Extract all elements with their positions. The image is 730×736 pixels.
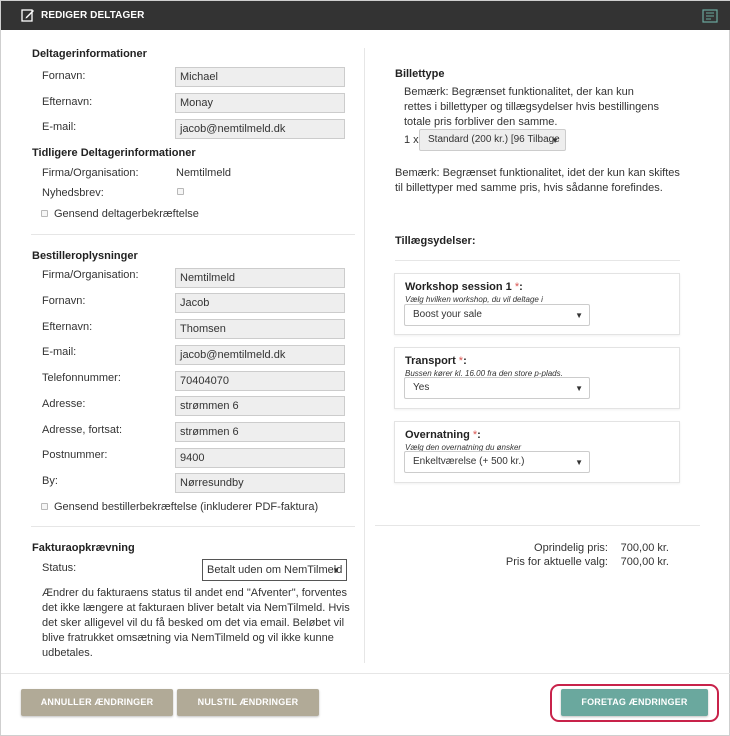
ticket-quantity: 1 x <box>404 134 419 146</box>
resend-orderer-label: Gensend bestillerbekræftelse (inkluderer… <box>54 501 319 513</box>
column-divider <box>364 48 365 663</box>
orderer-org-field[interactable]: Nemtilmeld <box>175 268 345 288</box>
newsletter-checkbox[interactable] <box>177 188 184 195</box>
ticket-change-note: Bemærk: Begrænset funktionalitet, idet d… <box>395 167 680 194</box>
previous-org-value: Nemtilmeld <box>176 167 232 179</box>
newsletter-label: Nyhedsbrev: <box>42 187 104 199</box>
document-icon[interactable] <box>702 9 718 23</box>
chevron-down-icon: ▼ <box>575 384 583 393</box>
highlight-ring <box>550 684 719 722</box>
chevron-down-icon: ▼ <box>332 566 340 575</box>
addon-accommodation-select[interactable]: Enkeltværelse (+ 500 kr.) ▼ <box>404 451 590 473</box>
resend-participant-checkbox[interactable] <box>41 210 48 217</box>
original-price-value: 700,00 kr. <box>620 542 669 554</box>
addon-accommodation-card: Overnatning *: Vælg den overnatning du ø… <box>394 421 680 483</box>
addon-workshop-select[interactable]: Boost your sale ▼ <box>404 304 590 326</box>
addons-heading: Tillægsydelser: <box>395 235 476 247</box>
dialog-title: REDIGER DELTAGER <box>41 10 145 21</box>
invoice-heading: Fakturaopkrævning <box>32 542 135 554</box>
email-label: E-mail: <box>42 121 77 133</box>
section-divider <box>31 234 355 235</box>
previous-info-heading: Tidligere Deltagerinformationer <box>32 147 196 159</box>
invoice-status-select[interactable]: Betalt uden om NemTilmeld ▼ <box>202 559 347 581</box>
orderer-address-label: Adresse: <box>42 398 86 410</box>
addon-workshop-help: Vælg hvilken workshop, du vil deltage i <box>405 295 543 304</box>
first-name-label: Fornavn: <box>42 70 86 82</box>
section-divider <box>375 525 700 526</box>
orderer-address2-label: Adresse, fortsat: <box>42 424 123 436</box>
chevron-down-icon: ▼ <box>575 311 583 320</box>
addon-transport-card: Transport *: Bussen kører kl. 16.00 fra … <box>394 347 680 409</box>
invoice-status-value: Betalt uden om NemTilmeld <box>207 564 343 576</box>
cancel-changes-button[interactable]: ANNULLER ÆNDRINGER <box>21 689 173 716</box>
section-divider <box>395 260 680 261</box>
orderer-last-name-label: Efternavn: <box>42 321 93 333</box>
chevron-down-icon: ▼ <box>575 458 583 467</box>
last-name-field[interactable]: Monay <box>175 93 345 113</box>
first-name-field[interactable]: Michael <box>175 67 345 87</box>
addon-workshop-value: Boost your sale <box>413 309 482 320</box>
addon-accommodation-title: Overnatning *: <box>405 429 481 441</box>
orderer-phone-label: Telefonnummer: <box>42 372 121 384</box>
last-name-label: Efternavn: <box>42 96 93 108</box>
current-price-label: Pris for aktuelle valg: <box>505 556 608 568</box>
ticket-type-value: Standard (200 kr.) [96 Tilbage <box>428 134 560 145</box>
ticket-type-select[interactable]: Standard (200 kr.) [96 Tilbage ▼ <box>419 129 566 151</box>
orderer-first-name-label: Fornavn: <box>42 295 86 307</box>
resend-participant-label: Gensend deltagerbekræftelse <box>54 208 199 220</box>
original-price-label: Oprindelig pris: <box>534 542 608 554</box>
orderer-first-name-field[interactable]: Jacob <box>175 293 345 313</box>
addon-workshop-card: Workshop session 1 *: Vælg hvilken works… <box>394 273 680 335</box>
orderer-address2-field[interactable]: strømmen 6 <box>175 422 345 442</box>
footer-divider <box>1 673 730 674</box>
orderer-email-field[interactable]: jacob@nemtilmeld.dk <box>175 345 345 365</box>
dialog-titlebar: REDIGER DELTAGER <box>1 1 730 30</box>
orderer-heading: Bestilleroplysninger <box>32 250 138 262</box>
orderer-address-field[interactable]: strømmen 6 <box>175 396 345 416</box>
edit-participant-dialog: REDIGER DELTAGER Deltagerinformationer F… <box>0 0 730 736</box>
participant-heading: Deltagerinformationer <box>32 48 147 60</box>
current-price-value: 700,00 kr. <box>620 556 669 568</box>
invoice-status-label: Status: <box>42 562 77 574</box>
addon-workshop-title: Workshop session 1 *: <box>405 281 523 293</box>
orderer-email-label: E-mail: <box>42 346 77 358</box>
previous-org-label: Firma/Organisation: <box>42 167 139 179</box>
orderer-org-label: Firma/Organisation: <box>42 269 139 281</box>
reset-changes-button[interactable]: NULSTIL ÆNDRINGER <box>177 689 319 716</box>
edit-icon <box>21 9 34 22</box>
orderer-city-field[interactable]: Nørresundby <box>175 473 345 493</box>
addon-transport-select[interactable]: Yes ▼ <box>404 377 590 399</box>
ticket-type-note: Bemærk: Begrænset funktionalitet, der ka… <box>404 86 659 128</box>
orderer-zip-label: Postnummer: <box>42 449 108 461</box>
email-field[interactable]: jacob@nemtilmeld.dk <box>175 119 345 139</box>
ticket-type-heading: Billettype <box>395 68 445 80</box>
section-divider <box>31 526 355 527</box>
addon-accommodation-value: Enkeltværelse (+ 500 kr.) <box>413 456 525 467</box>
orderer-last-name-field[interactable]: Thomsen <box>175 319 345 339</box>
addon-transport-title: Transport *: <box>405 355 467 367</box>
resend-orderer-checkbox[interactable] <box>41 503 48 510</box>
orderer-zip-field[interactable]: 9400 <box>175 448 345 468</box>
orderer-phone-field[interactable]: 70404070 <box>175 371 345 391</box>
invoice-status-note: Ændrer du fakturaens status til andet en… <box>42 587 350 659</box>
orderer-city-label: By: <box>42 475 58 487</box>
addon-transport-value: Yes <box>413 382 430 393</box>
chevron-down-icon: ▼ <box>551 136 559 145</box>
